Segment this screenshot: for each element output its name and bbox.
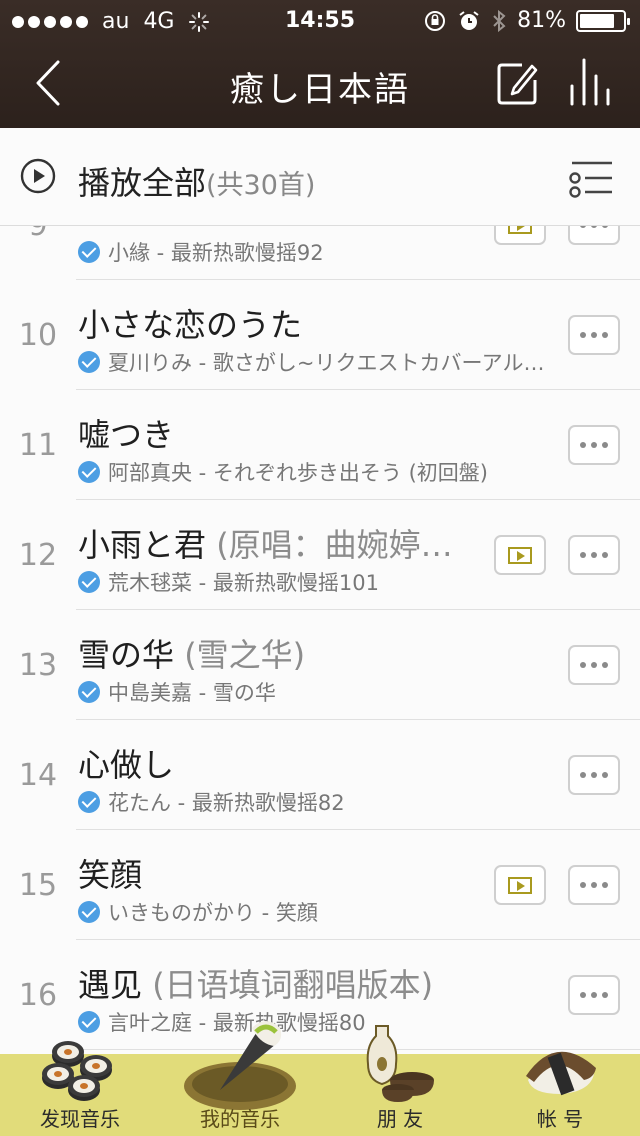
song-title-text: 嘘つき <box>78 416 175 454</box>
mv-play-icon <box>508 226 532 234</box>
mv-play-icon <box>508 876 532 894</box>
mv-button[interactable] <box>494 865 546 905</box>
artist-album: 夏川りみ - 歌さがし~リクエストカバーアルバム <box>108 351 548 375</box>
song-title-text: 遇见 <box>78 966 143 1004</box>
song-subtitle: 荒木毬菜 - 最新热歌慢摇101 <box>78 567 548 597</box>
temaki-icon <box>184 1021 296 1110</box>
song-row[interactable]: 10 小さな恋のうた 夏川りみ - 歌さがし~リクエストカバーアルバム <box>0 280 640 390</box>
tab-bar: 发现音乐 我的音乐 朋 友 帐 号 <box>0 1021 640 1136</box>
track-number: 16 <box>18 978 58 1013</box>
more-options-button[interactable] <box>568 425 620 465</box>
page-title: 癒し日本語 <box>230 70 410 110</box>
song-title-text: 心做し <box>78 746 175 784</box>
play-all-label[interactable]: 播放全部(共30首) <box>78 158 315 204</box>
song-subtitle: 言叶之庭 - 最新热歌慢摇80 <box>78 1007 548 1037</box>
more-options-button[interactable] <box>568 755 620 795</box>
song-title-text: 笑顔 <box>78 856 143 894</box>
tab-label: 朋 友 <box>376 1107 424 1131</box>
more-options-button[interactable] <box>568 535 620 575</box>
song-list: 9 小緣 - 最新热歌慢摇92 10 小さな恋のうた 夏川りみ - 歌さがし~リ… <box>0 226 640 1054</box>
list-select-icon[interactable] <box>568 158 614 198</box>
play-circle-icon[interactable] <box>20 158 56 194</box>
mv-button[interactable] <box>494 226 546 245</box>
song-title-text: 雪の华 <box>78 636 175 674</box>
song-alias: (日语填词翻唱版本) <box>142 966 434 1004</box>
status-bar: au 4G 14:55 81% <box>0 0 640 40</box>
sushi-rolls-icon <box>42 1041 112 1101</box>
song-title[interactable]: 心做し <box>78 740 478 786</box>
track-number: 10 <box>18 318 58 353</box>
song-row[interactable]: 15 笑顔 いきものがかり - 笑顔 <box>0 830 640 940</box>
edit-icon[interactable] <box>496 60 538 106</box>
song-row[interactable]: 9 小緣 - 最新热歌慢摇92 <box>0 226 640 280</box>
artist-album: 荒木毬菜 - 最新热歌慢摇101 <box>108 571 380 595</box>
song-row[interactable]: 14 心做し 花たん - 最新热歌慢摇82 <box>0 720 640 830</box>
song-title[interactable]: 笑顔 <box>78 850 478 896</box>
battery-percent: 81% <box>517 8 566 33</box>
track-number: 13 <box>18 648 58 683</box>
play-all-text: 播放全部 <box>78 164 207 202</box>
alarm-icon <box>459 10 479 30</box>
song-title-text: 小雨と君 <box>78 526 207 564</box>
status-right: 81% <box>423 8 630 33</box>
downloaded-check-icon <box>78 351 100 373</box>
more-options-button[interactable] <box>568 645 620 685</box>
song-subtitle: いきものがかり - 笑顔 <box>78 897 548 927</box>
downloaded-check-icon <box>78 461 100 483</box>
artist-album: 小緣 - 最新热歌慢摇92 <box>108 241 324 265</box>
more-options-button[interactable] <box>568 865 620 905</box>
song-subtitle: 花たん - 最新热歌慢摇82 <box>78 787 548 817</box>
tab-account[interactable]: 帐 号 <box>480 1051 640 1136</box>
song-title-text: 小さな恋のうた <box>78 306 303 344</box>
downloaded-check-icon <box>78 791 100 813</box>
track-number: 11 <box>18 428 58 463</box>
more-options-button[interactable] <box>568 226 620 245</box>
downloaded-check-icon <box>78 901 100 923</box>
song-row[interactable]: 13 雪の华 (雪之华) 中島美嘉 - 雪の华 <box>0 610 640 720</box>
sake-icon <box>366 1025 434 1102</box>
song-count: (共30首) <box>206 170 316 201</box>
mv-button[interactable] <box>494 535 546 575</box>
mv-play-icon <box>508 546 532 564</box>
artist-album: いきものがかり - 笑顔 <box>108 901 318 925</box>
song-subtitle: 小緣 - 最新热歌慢摇92 <box>78 237 548 267</box>
more-options-button[interactable] <box>568 975 620 1015</box>
song-title[interactable]: 雪の华 (雪之华) <box>78 630 478 676</box>
song-title[interactable]: 小さな恋のうた <box>78 300 478 346</box>
navigation-header: au 4G 14:55 81% 癒し日本語 <box>0 0 640 128</box>
song-title[interactable]: 嘘つき <box>78 410 478 456</box>
downloaded-check-icon <box>78 571 100 593</box>
equalizer-bars-icon[interactable] <box>566 56 616 108</box>
track-number: 14 <box>18 758 58 793</box>
song-alias: (原唱：曲婉婷… <box>206 526 453 564</box>
play-all-bar[interactable]: 播放全部(共30首) <box>0 128 640 226</box>
downloaded-check-icon <box>78 241 100 263</box>
song-subtitle: 夏川りみ - 歌さがし~リクエストカバーアルバム <box>78 347 548 377</box>
track-number: 15 <box>18 868 58 903</box>
tab-discover[interactable]: 发现音乐 <box>0 1041 160 1136</box>
artist-album: 中島美嘉 - 雪の华 <box>108 681 276 705</box>
song-title[interactable]: 遇见 (日语填词翻唱版本) <box>78 960 478 1006</box>
downloaded-check-icon <box>78 681 100 703</box>
song-title[interactable]: 小雨と君 (原唱：曲婉婷… <box>78 520 478 566</box>
battery-icon <box>576 9 630 32</box>
song-subtitle: 阿部真央 - それぞれ歩き出そう (初回盤) <box>78 457 548 487</box>
track-number: 9 <box>0 226 76 243</box>
tab-my-music[interactable]: 我的音乐 <box>160 1021 320 1136</box>
orientation-lock-icon <box>425 10 446 31</box>
artist-album: 阿部真央 - それぞれ歩き出そう (初回盤) <box>108 461 488 485</box>
song-subtitle: 中島美嘉 - 雪の华 <box>78 677 548 707</box>
tab-friends[interactable]: 朋 友 <box>320 1025 480 1136</box>
more-options-button[interactable] <box>568 315 620 355</box>
song-row[interactable]: 12 小雨と君 (原唱：曲婉婷… 荒木毬菜 - 最新热歌慢摇101 <box>0 500 640 610</box>
track-number: 12 <box>18 538 58 573</box>
tab-label: 我的音乐 <box>200 1107 280 1131</box>
nigiri-icon <box>526 1051 596 1096</box>
bluetooth-icon <box>493 9 506 32</box>
song-alias: (雪之华) <box>174 636 306 674</box>
artist-album: 花たん - 最新热歌慢摇82 <box>108 791 345 815</box>
tab-label: 帐 号 <box>536 1107 584 1131</box>
song-row[interactable]: 11 嘘つき 阿部真央 - それぞれ歩き出そう (初回盤) <box>0 390 640 500</box>
tab-label: 发现音乐 <box>40 1107 120 1131</box>
